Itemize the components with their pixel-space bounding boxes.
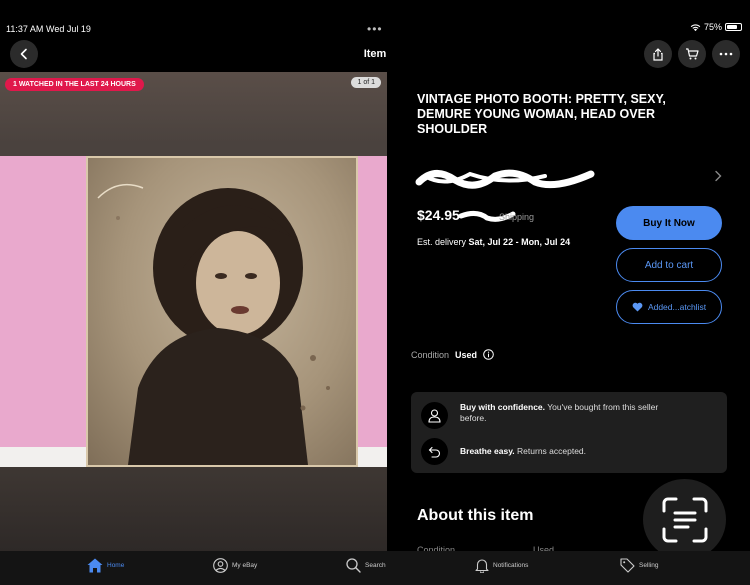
watchlist-label: Added...atchlist (647, 302, 707, 312)
condition-label: Condition (411, 349, 450, 360)
estimated-delivery: Est. delivery Sat, Jul 22 - Mon, Jul 24 (417, 237, 570, 247)
battery-percent: 75% (703, 22, 722, 32)
delivery-label: Est. delivery (417, 237, 467, 247)
wifi-icon (690, 23, 701, 31)
item-details: VINTAGE PHOTO BOOTH: PRETTY, SEXY, DEMUR… (387, 72, 750, 555)
person-icon (421, 402, 448, 429)
status-date: Wed Jul 19 (46, 24, 91, 34)
item-photo (86, 156, 358, 467)
image-shadow (0, 467, 387, 551)
delivery-dates: Sat, Jul 22 - Mon, Jul 24 (468, 237, 571, 247)
live-text-scan-button[interactable] (643, 479, 726, 560)
more-options-button[interactable] (712, 40, 740, 68)
cart-icon (686, 48, 699, 60)
chevron-right-icon[interactable] (714, 170, 722, 182)
tab-search[interactable]: Search (346, 558, 386, 573)
tab-selling[interactable]: Selling (620, 558, 659, 573)
returns-row: Breathe easy. Returns accepted. (421, 438, 670, 465)
buy-it-now-button[interactable]: Buy It Now (616, 206, 722, 240)
seller-info-redacted[interactable] (415, 164, 595, 194)
item-title: VINTAGE PHOTO BOOTH: PRETTY, SEXY, DEMUR… (417, 92, 666, 136)
page-title: Item (363, 48, 387, 60)
add-to-cart-button[interactable]: Add to cart (616, 248, 722, 282)
multitasking-dots-icon[interactable]: ••• (367, 22, 383, 36)
battery-icon (725, 23, 742, 31)
bottom-tab-bar: Home My eBay Search Notifications Sellin… (0, 551, 750, 585)
heart-icon (632, 302, 643, 312)
home-icon (87, 558, 103, 573)
item-image-gallery[interactable]: 1 WATCHED IN THE LAST 24 HOURS 1 of 1 (0, 72, 387, 551)
return-arrow-icon (421, 438, 448, 465)
status-time: 11:37 AM (6, 24, 44, 34)
account-icon (213, 558, 228, 573)
cart-button[interactable] (678, 40, 706, 68)
watched-badge: 1 WATCHED IN THE LAST 24 HOURS (5, 78, 144, 91)
more-icon (719, 52, 733, 56)
item-price: $24.95 (417, 207, 460, 223)
bell-icon (475, 559, 489, 573)
search-icon (346, 558, 361, 573)
confidence-text: Buy with confidence. You've bought from … (460, 402, 659, 423)
text-scan-icon (662, 497, 707, 542)
info-icon[interactable] (483, 349, 494, 360)
portrait-figure (97, 183, 330, 465)
confidence-box: Buy with confidence. You've bought from … (411, 392, 727, 473)
condition-row: Condition Used (411, 349, 494, 360)
shipping-cost: Shipping (499, 212, 535, 222)
returns-text: Breathe easy. Returns accepted. (460, 446, 587, 456)
tab-home[interactable]: Home (87, 558, 124, 573)
watchlist-button[interactable]: Added...atchlist (616, 290, 722, 324)
tag-icon (620, 558, 635, 573)
header: Item (0, 40, 750, 72)
buy-with-confidence-row: Buy with confidence. You've bought from … (421, 402, 670, 429)
about-heading: About this item (417, 507, 534, 524)
share-button[interactable] (644, 40, 672, 68)
tab-my-ebay[interactable]: My eBay (213, 558, 257, 573)
status-indicators: 75% (690, 22, 742, 32)
image-page-count: 1 of 1 (351, 77, 381, 88)
tab-notifications[interactable]: Notifications (475, 558, 528, 573)
status-bar: 11:37 AM Wed Jul 19 ••• 75% (0, 0, 750, 40)
share-icon (653, 47, 663, 61)
condition-value: Used (455, 349, 478, 360)
